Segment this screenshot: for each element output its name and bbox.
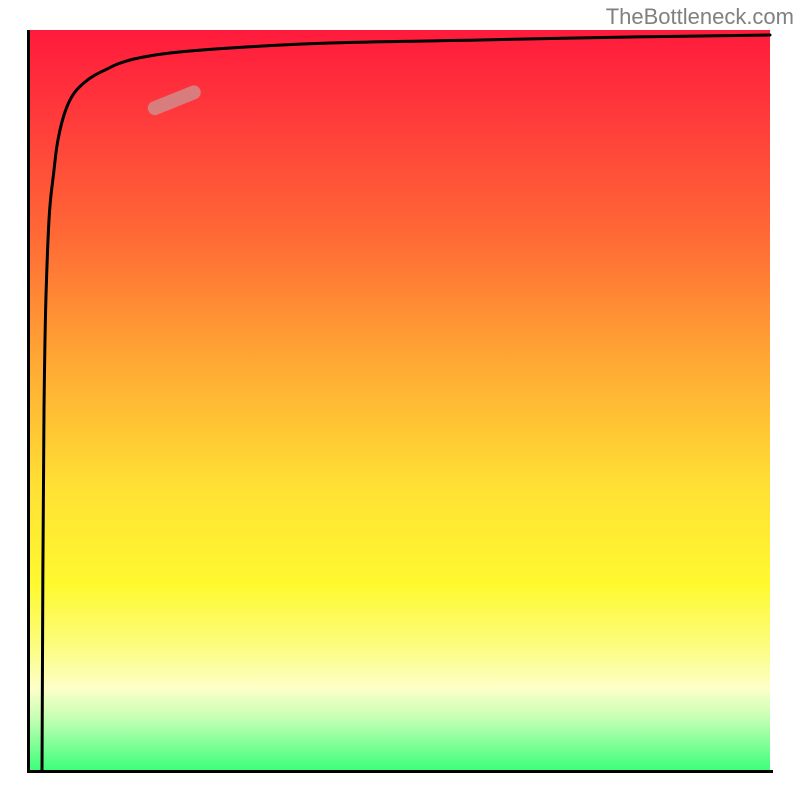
attribution-text: TheBottleneck.com <box>606 4 794 30</box>
curve-layer <box>30 30 770 770</box>
chart-stage: TheBottleneck.com <box>0 0 800 800</box>
bottleneck-curve <box>42 35 770 770</box>
highlight-marker <box>146 83 203 117</box>
x-axis <box>27 770 773 773</box>
